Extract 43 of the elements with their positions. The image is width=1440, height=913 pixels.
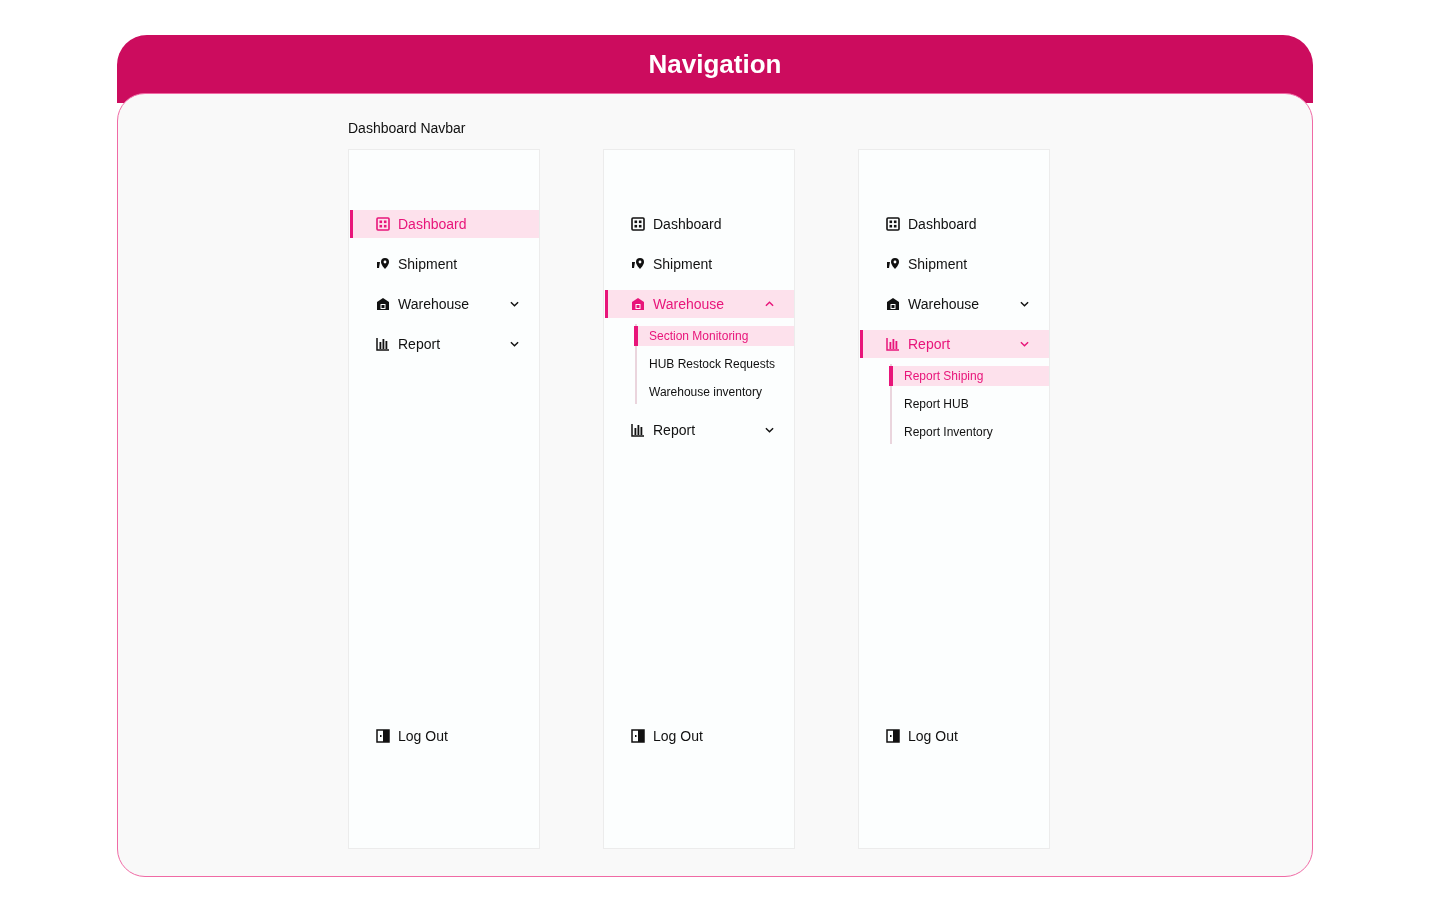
chevron-down-icon <box>1020 301 1029 307</box>
house-icon <box>376 297 390 311</box>
submenu-item[interactable]: HUB Restock Requests <box>634 354 794 374</box>
map-pin-icon <box>886 257 900 271</box>
nav-item[interactable]: Shipment <box>860 250 1049 278</box>
submenu-item[interactable]: Report HUB <box>889 394 1049 414</box>
chevron-down-icon <box>1020 341 1029 347</box>
map-pin-icon <box>631 257 645 271</box>
submenu-item[interactable]: Report Shiping <box>889 366 1049 386</box>
bar-chart-icon <box>376 337 390 351</box>
submenu-item[interactable]: Report Inventory <box>889 422 1049 442</box>
nav-item[interactable]: Dashboard <box>605 210 794 238</box>
house-icon <box>631 297 645 311</box>
house-icon <box>886 297 900 311</box>
nav-item[interactable]: Report <box>350 330 539 358</box>
chevron-down-icon <box>510 341 519 347</box>
door-icon <box>631 729 645 743</box>
logout-button[interactable]: Log Out <box>350 722 539 750</box>
nav-item[interactable]: Warehouse <box>350 290 539 318</box>
nav-item[interactable]: Warehouse <box>860 290 1049 318</box>
submenu-item[interactable]: Section Monitoring <box>634 326 794 346</box>
bar-chart-icon <box>886 337 900 351</box>
nav-item[interactable]: Warehouse <box>605 290 794 318</box>
nav-item[interactable]: Dashboard <box>860 210 1049 238</box>
section-title: Dashboard Navbar <box>348 120 467 136</box>
grid-icon <box>886 217 900 231</box>
grid-icon <box>376 217 390 231</box>
chevron-down-icon <box>765 427 774 433</box>
nav-item[interactable]: Shipment <box>350 250 539 278</box>
nav-item[interactable]: Report <box>605 416 794 444</box>
nav-item[interactable]: Dashboard <box>350 210 539 238</box>
chevron-up-icon <box>765 301 774 307</box>
door-icon <box>886 729 900 743</box>
bar-chart-icon <box>631 423 645 437</box>
logout-button[interactable]: Log Out <box>860 722 1049 750</box>
submenu-item[interactable]: Warehouse inventory <box>634 382 794 402</box>
map-pin-icon <box>376 257 390 271</box>
nav-item[interactable]: Report <box>860 330 1049 358</box>
nav-item[interactable]: Shipment <box>605 250 794 278</box>
logout-button[interactable]: Log Out <box>605 722 794 750</box>
door-icon <box>376 729 390 743</box>
grid-icon <box>631 217 645 231</box>
chevron-down-icon <box>510 301 519 307</box>
